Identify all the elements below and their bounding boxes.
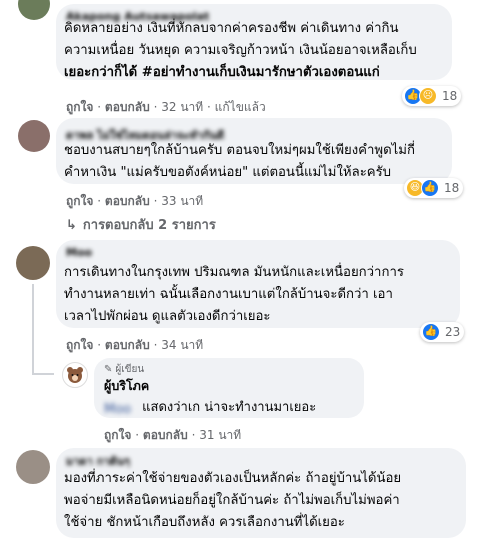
like-icon: 👍 xyxy=(421,179,439,197)
reaction-count: 18 xyxy=(442,89,458,103)
reply-link[interactable]: ตอบกลับ xyxy=(105,192,150,211)
avatar[interactable] xyxy=(16,246,50,280)
thread-line xyxy=(32,373,54,375)
comment-actions: ถูกใจ · ตอบกลับ · 32 นาที · แก้ไขแล้ว xyxy=(66,98,266,117)
reaction-count: 18 xyxy=(444,181,460,195)
comment-text: การเดินทางในกรุงเทพ ปริมณฑล มันหนักและเห… xyxy=(64,265,404,280)
reaction-summary[interactable]: 👍 23 xyxy=(420,322,465,342)
timestamp[interactable]: 34 นาที xyxy=(161,336,203,355)
comment-text: มองที่ภาระค่าใช้จ่ายของตัวเองเป็นหลักค่ะ… xyxy=(64,471,402,486)
author-name[interactable]: ผู้บริโภค xyxy=(104,376,149,396)
comment-text: ชอบงานสบายๆใกล้บ้านครับ ตอนจบใหม่ๆผมใช้เ… xyxy=(64,143,415,158)
comment-text: เวลาไปพักผ่อน ดูแลตัวเองดีกว่าเยอะ xyxy=(64,309,271,324)
timestamp[interactable]: 31 นาที xyxy=(199,426,241,445)
reply-text: Moo แสดงว่าเก น่าจะทำงานมาเยอะ xyxy=(104,400,317,417)
thread-line xyxy=(32,284,34,374)
bear-icon xyxy=(67,367,83,383)
edited-label[interactable]: แก้ไขแล้ว xyxy=(215,98,266,117)
avatar[interactable] xyxy=(16,450,50,484)
like-link[interactable]: ถูกใจ xyxy=(104,426,131,445)
reaction-summary[interactable]: 👍 ☹ 18 xyxy=(402,86,462,106)
reply-link[interactable]: ตอบกลับ xyxy=(105,98,150,117)
comment-text: เยอะกว่าก็ได้ #อย่าทำงานเก็บเงินมารักษาต… xyxy=(64,65,380,80)
comment-text: ใช้จ่าย ชักหน้าเกือบถึงหลัง ควรเลือกงานท… xyxy=(64,515,345,530)
avatar[interactable] xyxy=(18,0,50,20)
mention-tag[interactable]: Moo xyxy=(104,402,138,417)
comment-text: ความเหนื่อย วันหยุด ความเจริญก้าวหน้า เง… xyxy=(64,43,417,58)
reply-link[interactable]: ตอบกลับ xyxy=(105,336,150,355)
author-badge: ✎ ผู้เขียน xyxy=(104,364,145,375)
sad-icon: ☹ xyxy=(419,87,437,105)
reaction-summary[interactable]: 😆 👍 18 xyxy=(404,178,464,198)
like-link[interactable]: ถูกใจ xyxy=(66,192,93,211)
reply-actions: ถูกใจ · ตอบกลับ · 31 นาที xyxy=(104,426,241,445)
reaction-count: 23 xyxy=(445,325,461,339)
comment-text: ทำงานหลายเท่า ฉนั้นเลือกงานเบาแต่ใกล้บ้า… xyxy=(64,287,393,302)
pencil-icon: ✎ xyxy=(104,364,113,375)
timestamp[interactable]: 32 นาที xyxy=(161,98,203,117)
reply-arrow-icon: ↳ xyxy=(66,218,77,233)
author-avatar[interactable] xyxy=(62,362,88,388)
comment-actions: ถูกใจ · ตอบกลับ · 34 นาที xyxy=(66,336,203,355)
view-replies-link[interactable]: ↳ การตอบกลับ 2 รายการ xyxy=(66,214,216,235)
comment-actions: ถูกใจ · ตอบกลับ · 33 นาที xyxy=(66,192,203,211)
comment-text: พอจ่ายมีเหลือนิดหน่อยก็อยู่ใกล้บ้านค่ะ ถ… xyxy=(64,493,400,508)
like-icon: 👍 xyxy=(422,323,440,341)
avatar[interactable] xyxy=(18,120,50,152)
reply-link[interactable]: ตอบกลับ xyxy=(143,426,188,445)
commenter-name[interactable]: Moo xyxy=(66,246,92,259)
comment-text: คำหาเงิน "แม่ครับขอตังค์หน่อย" แต่ตอนนี้… xyxy=(64,165,392,180)
timestamp[interactable]: 33 นาที xyxy=(161,192,203,211)
like-link[interactable]: ถูกใจ xyxy=(66,336,93,355)
comment-text: คิดหลายอย่าง เงินที่หักลบจากค่าครองชีพ ค… xyxy=(64,21,399,36)
like-link[interactable]: ถูกใจ xyxy=(66,98,93,117)
